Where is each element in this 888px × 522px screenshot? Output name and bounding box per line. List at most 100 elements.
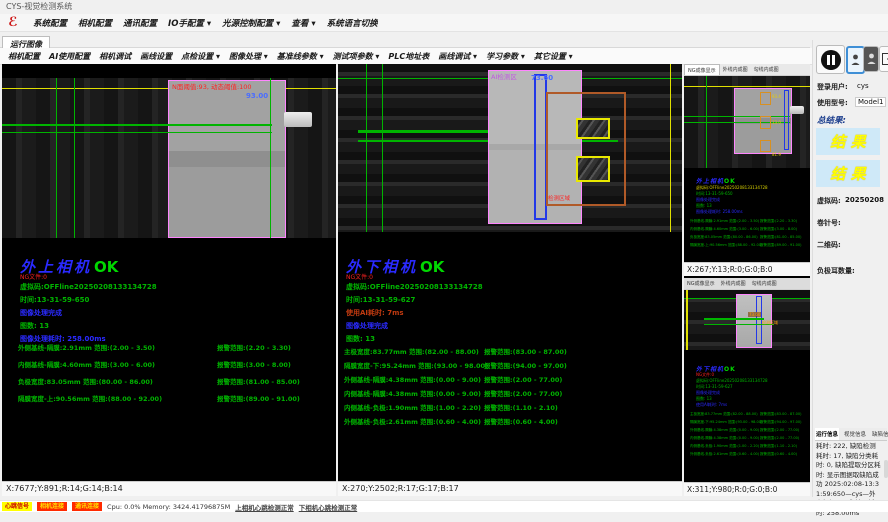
mini-top-panel[interactable]: NG成像显示 外线内成图 勾线内成图 93.4 13.0 81.9 外上相机OK…	[684, 64, 810, 276]
tool-line-debug[interactable]: 画线调试 ▾	[438, 51, 477, 62]
measure-value: 内侧基线-隔膜:4.60mm 范围:(3.00 - 6.00)	[18, 361, 155, 369]
lower-camera-heartbeat-status[interactable]: 下相机心跳检测正常	[299, 502, 358, 512]
menu-view[interactable]: 查看 ▾	[291, 17, 315, 29]
mini-anno-value: 13.0	[772, 120, 781, 125]
mini-alarm-row: 报警范围:(83.00 - 87.00)	[760, 412, 801, 417]
tool-learn-params[interactable]: 学习参数 ▾	[486, 51, 525, 62]
mini-tab-outer-line[interactable]: 外线内成图	[718, 278, 749, 289]
ng-file-label: NG文件:0	[20, 272, 47, 281]
menu-comm-config[interactable]: 通讯配置	[123, 17, 157, 29]
mini-measure-row: 内侧基线-负极:1.90mm 范围:(1.00 - 2.20)	[690, 444, 759, 449]
app-logo-icon: ℰ	[4, 15, 22, 30]
mini-bottom-panel[interactable]: NG成像显示 外线内成图 勾线内成图 73.60 检测区域 外下相机OK NG文…	[684, 278, 810, 496]
result-indicator-upper: 结 果	[816, 128, 880, 155]
alarm-row: 报警范围:(3.00 - 8.00)	[217, 359, 291, 369]
mini-tab-bar: NG成像显示 外线内成图 勾线内成图	[684, 278, 810, 290]
tool-test-params[interactable]: 测试项参数 ▾	[333, 51, 380, 62]
mini-measure-row: 内侧基线-隔膜:4.38mm 范围:(0.00 - 9.00)	[690, 436, 759, 441]
alarm-row: 报警范围:(2.00 - 77.00)	[484, 388, 562, 398]
alarm-range: 报警范围:(89.00 - 91.00)	[217, 395, 300, 403]
login-user-label: 登录用户:	[817, 82, 848, 92]
mini-alarm-row: 报警范围:(2.20 - 3.30)	[760, 219, 797, 224]
time-line: 时间:13-31-59-650	[20, 295, 89, 305]
left-connector-part	[284, 112, 312, 127]
mini-tab-bar: NG成像显示 外线内成图 勾线内成图	[684, 64, 810, 76]
detect-region-box	[546, 92, 626, 206]
middle-camera-panel[interactable]: AI检测区 73.60 检测区域 外下相机OK NG文件:0 虚拟码:OFFli…	[338, 64, 682, 496]
tab-vision-info[interactable]: 视觉信息	[843, 428, 867, 440]
alarm-range: 报警范围:(1.10 - 2.10)	[484, 404, 558, 412]
login-user-value: cys	[857, 82, 869, 90]
mini-tab-hook-line[interactable]: 勾线内成图	[751, 64, 782, 75]
overlay-green-vline	[270, 78, 271, 238]
tab-run-info[interactable]: 运行信息	[815, 428, 839, 440]
mini-ok-status: OK	[724, 178, 736, 185]
tool-spotcheck-setting[interactable]: 点检设置 ▾	[181, 51, 220, 62]
menu-system-config[interactable]: 系统配置	[33, 17, 67, 29]
tool-camera-debug[interactable]: 相机调试	[99, 51, 131, 62]
exit-button[interactable]	[879, 46, 888, 72]
alarm-row: 报警范围:(0.60 - 4.00)	[484, 416, 558, 426]
overlay-green-vline	[56, 78, 57, 238]
mini-view-column: NG成像显示 外线内成图 勾线内成图 93.4 13.0 81.9 外上相机OK…	[684, 64, 810, 496]
frame-count-line: 图数: 13	[20, 321, 49, 331]
mini-alarm-row: 报警范围:(0.60 - 4.00)	[760, 452, 797, 457]
tool-line-setting[interactable]: 画线设置	[140, 51, 172, 62]
model-value[interactable]: Model1	[855, 97, 886, 107]
measure-value: 外侧基线-隔膜:2.91mm 范围:(2.00 - 3.50)	[18, 344, 155, 352]
tool-other-setting[interactable]: 其它设置 ▾	[534, 51, 573, 62]
defect-box	[576, 118, 610, 139]
upper-camera-heartbeat-status[interactable]: 上相机心跳检测正常	[235, 502, 294, 512]
camera-connect-badge: 相机连接	[37, 502, 67, 511]
measurement-row: 隔膜宽度-下:95.24mm 范围:(93.00 - 98.00)	[344, 360, 488, 370]
mini-tab-ng-view[interactable]: NG成像显示	[684, 278, 718, 289]
camera-ok-status: OK	[420, 258, 444, 276]
menu-light-config[interactable]: 光源控制配置 ▾	[222, 17, 280, 29]
threshold-overlay-label: N面阈值:93, 动态阈值:100	[172, 81, 252, 91]
mini-ok-status: OK	[724, 366, 736, 373]
left-product-region	[168, 80, 286, 238]
user-icon	[851, 54, 860, 66]
overlay-green-hline	[684, 116, 790, 117]
menu-bar: ℰ 系统配置 相机配置 通讯配置 IO手配置 ▾ 光源控制配置 ▾ 查看 ▾ 系…	[0, 14, 888, 32]
measure-value: 外侧基线-隔膜:4.38mm 范围:(0.00 - 9.00)	[344, 376, 481, 384]
cpu-memory-readout: Cpu: 0.0% Memory: 3424.41796875M	[107, 503, 230, 511]
tool-ai-config[interactable]: AI使用配置	[49, 51, 90, 62]
run-info-log: 耗时: 222, 缺陷检测耗时: 17, 缺陷分类耗时: 0, 缺陷提取分区耗时…	[816, 442, 881, 496]
tool-baseline-params[interactable]: 基准线参数 ▾	[277, 51, 324, 62]
measure-value: 隔膜宽度-下:95.24mm 范围:(93.00 - 98.00)	[344, 362, 488, 370]
measurement-row: 隔膜宽度-上:90.56mm 范围:(88.00 - 92.00)	[18, 393, 162, 403]
cursor-coordinate-readout: X:270;Y:2502;R:17;G:17;B:17	[338, 481, 682, 496]
measure-value: 隔膜宽度-上:90.56mm 范围:(88.00 - 92.00)	[18, 395, 162, 403]
result-text: 结 果	[830, 131, 865, 152]
right-sidebar: 登录用户: cys 使用型号: Model1 总结果: 结 果 结 果 虚拟码:…	[812, 40, 888, 497]
view-tab-row: 运行图像	[0, 32, 810, 48]
alarm-range: 报警范围:(0.60 - 4.00)	[484, 418, 558, 426]
user-switch-button[interactable]	[863, 46, 879, 72]
tool-plc-address[interactable]: PLC地址表	[388, 51, 429, 62]
cursor-coordinate-readout: X:7677;Y:891;R:14;G:14;B:14	[2, 481, 336, 496]
measurement-row: 内侧基线-隔膜:4.60mm 范围:(3.00 - 6.00)	[18, 359, 155, 369]
mini-alarm-row: 报警范围:(3.00 - 8.00)	[760, 227, 797, 232]
menu-io-config[interactable]: IO手配置 ▾	[168, 17, 211, 29]
mini-tab-ng-view[interactable]: NG成像显示	[684, 64, 720, 75]
alarm-range: 报警范围:(81.00 - 85.00)	[217, 378, 300, 386]
mini-alarm-row: 报警范围:(2.00 - 77.00)	[760, 436, 799, 441]
info-tab-bar: 运行信息 视觉信息 缺陷信息	[815, 428, 887, 441]
mini-tab-hook-line[interactable]: 勾线内成图	[749, 278, 780, 289]
negtab-count-label: 负极耳数量:	[817, 266, 855, 276]
tab-defect-info[interactable]: 缺陷信息	[871, 428, 888, 440]
spindle-label: 卷针号:	[817, 218, 841, 228]
pause-button[interactable]	[816, 45, 845, 74]
mini-camera-text: 外上相机	[696, 178, 724, 185]
mini-measure-row: 负极宽度:83.05mm 范围:(80.00 - 86.00)	[690, 235, 758, 240]
tool-camera-config[interactable]: 相机配置	[8, 51, 40, 62]
info-scrollbar[interactable]	[884, 460, 888, 478]
menu-language-switch[interactable]: 系统语言切换	[327, 17, 378, 29]
menu-camera-config[interactable]: 相机配置	[78, 17, 112, 29]
mini-measure-row: 隔膜宽度-下:95.24mm 范围:(93.00 - 98.00)	[690, 420, 762, 425]
left-camera-panel[interactable]: N面阈值:93, 动态阈值:100 93.00 外上相机OK NG文件:0 虚拟…	[2, 64, 336, 496]
mini-camera-name: 外上相机OK	[696, 176, 736, 185]
tool-image-process[interactable]: 图像处理 ▾	[229, 51, 268, 62]
mini-tab-outer-line[interactable]: 外线内成图	[720, 64, 751, 75]
